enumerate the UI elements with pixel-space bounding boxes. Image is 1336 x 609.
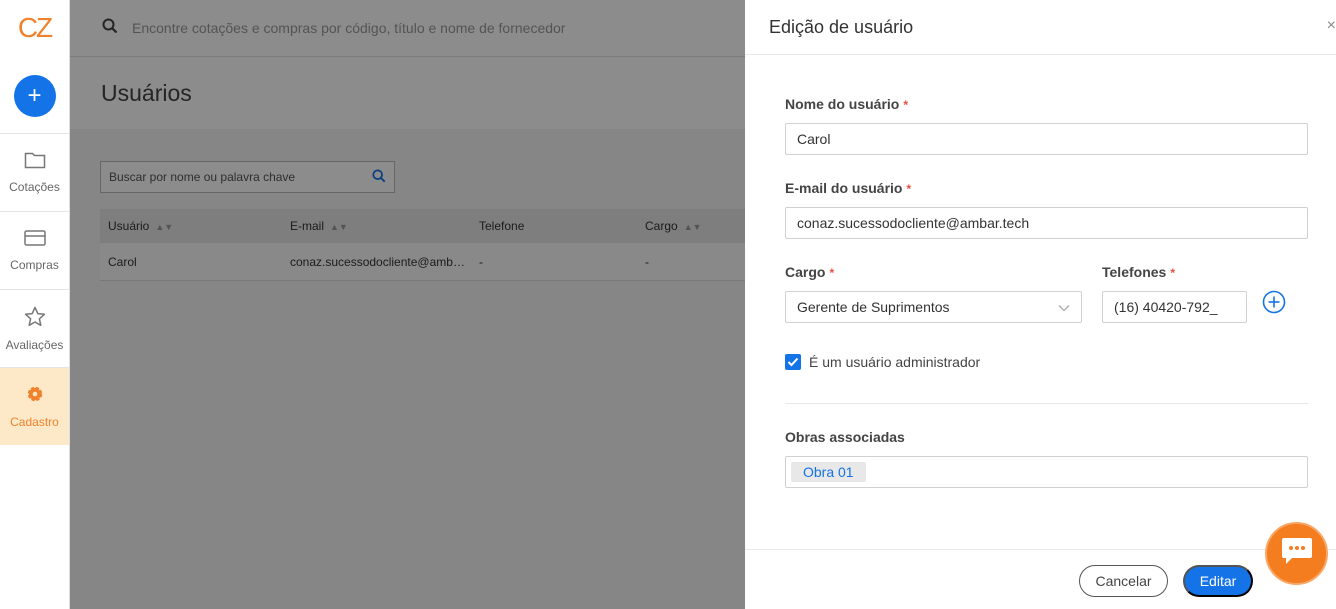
star-icon (24, 306, 46, 330)
chat-icon (1280, 536, 1314, 571)
sidebar-item-label: Cadastro (10, 415, 59, 429)
admin-checkbox[interactable] (785, 354, 801, 370)
email-field[interactable]: conaz.sucessodocliente@ambar.tech (785, 207, 1308, 239)
cancel-button[interactable]: Cancelar (1079, 565, 1168, 597)
drawer-title: Edição de usuário (769, 16, 914, 37)
drawer-footer: Cancelar Editar (745, 549, 1336, 609)
sidebar-item-label: Cotações (9, 180, 60, 194)
edit-button[interactable]: Editar (1183, 565, 1253, 597)
work-tag[interactable]: Obra 01 (791, 462, 866, 482)
role-select[interactable]: Gerente de Suprimentos (785, 291, 1082, 323)
works-label: Obras associadas (785, 429, 905, 445)
gear-icon (25, 384, 45, 407)
role-label: Cargo * (785, 264, 835, 280)
folder-icon (24, 151, 46, 172)
add-phone-icon[interactable] (1262, 290, 1286, 319)
divider (785, 403, 1308, 404)
sidebar-item-label: Avaliações (5, 337, 64, 352)
close-icon[interactable]: × (1327, 17, 1336, 35)
new-button[interactable]: + (13, 75, 56, 117)
sidebar-item-cadastro[interactable]: Cadastro (0, 367, 69, 445)
required-mark: * (906, 182, 912, 196)
chat-button[interactable] (1265, 522, 1328, 585)
role-select-value: Gerente de Suprimentos (797, 299, 950, 315)
name-field[interactable]: Carol (785, 123, 1308, 155)
chevron-down-icon (1058, 299, 1070, 315)
modal-backdrop[interactable] (70, 0, 745, 609)
edit-user-drawer: Edição de usuário × Nome do usuário * Car… (745, 0, 1336, 609)
required-mark: * (903, 98, 909, 112)
card-icon (23, 229, 46, 250)
sidebar: CZ + Cotações Compras Avaliações Cadastr… (0, 0, 70, 609)
required-mark: * (829, 266, 835, 280)
sidebar-item-compras[interactable]: Compras (0, 211, 69, 289)
app-logo[interactable]: CZ (0, 0, 69, 55)
works-field[interactable]: Obra 01 (785, 456, 1308, 488)
required-mark: * (1170, 266, 1175, 280)
email-label: E-mail do usuário * (785, 180, 912, 196)
sidebar-item-avaliacoes[interactable]: Avaliações (0, 289, 69, 367)
phone-field[interactable]: (16) 40420-792_ (1102, 291, 1247, 323)
phone-label: Telefones * (1102, 264, 1175, 280)
name-label: Nome do usuário * (785, 96, 909, 112)
sidebar-item-label: Compras (10, 258, 59, 272)
admin-checkbox-label: É um usuário administrador (809, 354, 981, 370)
sidebar-item-cotacoes[interactable]: Cotações (0, 133, 69, 211)
admin-option[interactable]: É um usuário administrador (785, 354, 980, 370)
